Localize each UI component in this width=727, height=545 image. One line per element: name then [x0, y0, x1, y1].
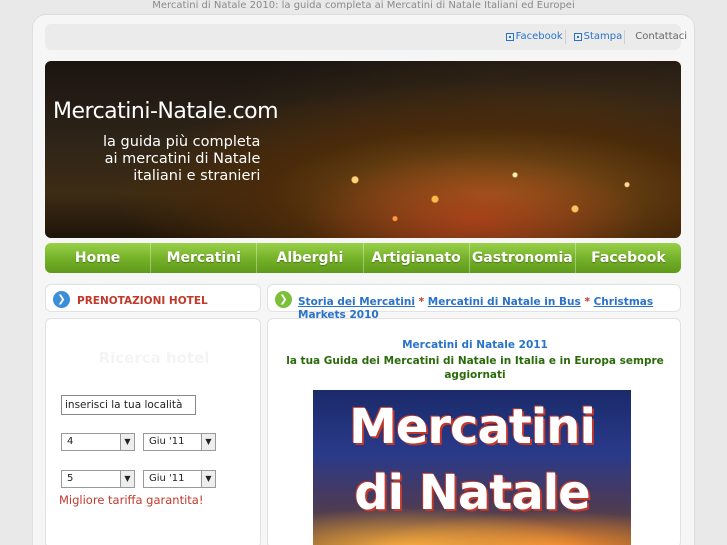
nav-mercatini[interactable]: Mercatini: [150, 243, 256, 273]
facebook-link[interactable]: Facebook: [502, 30, 563, 44]
checkout-month-select[interactable]: Giu '11 ▼: [143, 470, 216, 488]
chevron-down-icon: ▼: [201, 471, 215, 487]
breadcrumb-bar: ❯ Storia dei Mercatini * Mercatini di Na…: [267, 284, 681, 321]
checkin-month-select[interactable]: Giu '11 ▼: [143, 433, 216, 451]
location-input[interactable]: [61, 395, 196, 415]
banner-subtitle: la guida più completa ai mercatini di Na…: [103, 134, 261, 184]
link-storia-mercatini[interactable]: Storia dei Mercatini: [298, 296, 415, 308]
divider: [564, 30, 566, 44]
nav-alberghi[interactable]: Alberghi: [256, 243, 362, 273]
checkout-day-select[interactable]: 5 ▼: [61, 470, 135, 488]
header-banner: Mercatini-Natale.com la guida più comple…: [45, 61, 681, 238]
external-link-icon: [505, 33, 514, 41]
chevron-down-icon: ▼: [120, 434, 134, 450]
nav-facebook[interactable]: Facebook: [574, 243, 681, 273]
link-mercatini-bus[interactable]: Mercatini di Natale in Bus: [428, 296, 581, 308]
nav-artigianato[interactable]: Artigianato: [362, 243, 469, 273]
chevron-down-icon: ▼: [120, 471, 134, 487]
external-link-icon: [573, 33, 582, 41]
feature-image[interactable]: Mercatini di Natale: [313, 390, 631, 545]
banner-logo[interactable]: Mercatini-Natale.com: [53, 99, 279, 124]
site-tagline: Mercatini di Natale 2010: la guida compl…: [152, 0, 575, 11]
hotel-booking-header: ❯ PRENOTAZIONI HOTEL: [45, 284, 261, 312]
feature-title-line2: di Natale: [354, 465, 590, 521]
nav-gastronomia[interactable]: Gastronomia: [468, 243, 575, 273]
hotel-search-title: Ricerca hotel: [98, 349, 210, 367]
arrow-right-icon: ❯: [275, 291, 292, 308]
best-rate-note: Migliore tariffa garantita!: [59, 493, 204, 507]
main-nav: Home Mercatini Alberghi Artigianato Gast…: [45, 243, 681, 273]
divider: [624, 30, 626, 44]
print-link[interactable]: Stampa: [570, 30, 622, 44]
main-content: Mercatini di Natale 2011 la tua Guida de…: [267, 318, 681, 545]
top-links: Facebook Stampa Contattaci: [500, 30, 687, 44]
arrow-right-icon: ❯: [53, 291, 70, 308]
feature-title-line1: Mercatini: [349, 399, 596, 455]
nav-home[interactable]: Home: [45, 243, 150, 273]
hotel-search-panel: Ricerca hotel 4 ▼ Giu '11 ▼ 5 ▼ Giu '11 …: [45, 318, 261, 545]
chevron-down-icon: ▼: [201, 434, 215, 450]
page-title: Mercatini di Natale 2011: [402, 339, 548, 351]
hotel-booking-title: PRENOTAZIONI HOTEL: [77, 295, 208, 307]
page-subtitle: la tua Guida dei Mercatini di Natale in …: [286, 355, 664, 381]
market-lights-image: [275, 141, 675, 238]
checkin-day-select[interactable]: 4 ▼: [61, 433, 135, 451]
contact-link[interactable]: Contattaci: [629, 30, 687, 44]
